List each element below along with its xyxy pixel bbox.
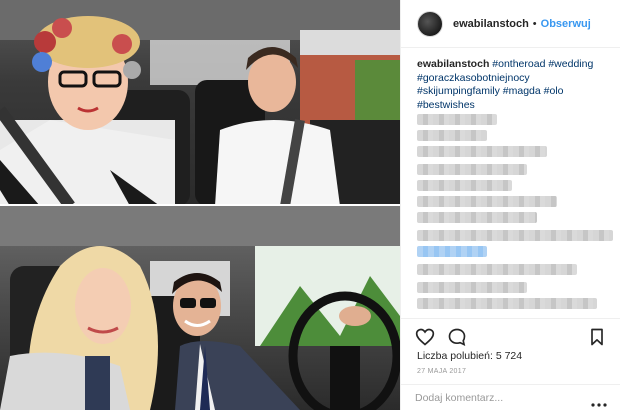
follow-button[interactable]: Obserwuj [541,18,591,30]
post-date: 27 MAJA 2017 [417,368,467,375]
hashtag-link[interactable]: #wedding [548,58,593,70]
hashtag-link[interactable]: #olo [544,85,564,97]
hashtag-link[interactable]: #goraczkasobotniejnocy [417,72,530,84]
blurred-comment-line [417,230,613,241]
post-sidebar: ewabilanstoch • Obserwuj ewabilanstoch #… [400,0,620,410]
hashtag-link[interactable]: #magda [503,85,541,97]
comment-input[interactable] [415,391,565,404]
blurred-comment-line [417,180,512,191]
photo-frame-top [0,0,400,206]
likes-label: Liczba polubień: [417,350,493,362]
blurred-comment-line [417,114,497,125]
likes-number: 5 724 [495,350,523,362]
comment-bar [401,384,620,410]
header-separator: • [532,17,537,30]
blurred-comment-line [417,146,547,157]
post-caption: ewabilanstoch #ontheroad #wedding #gorac… [417,58,613,112]
blurred-comment-line [417,130,487,141]
hashtag-link[interactable]: #bestwishes [417,99,475,111]
blurred-comment-line [417,282,527,293]
car-selfie-top-image [0,0,400,206]
comment-bubble-icon[interactable] [447,327,467,347]
likes-count[interactable]: Liczba polubień: 5 724 [417,350,522,362]
post-header: ewabilanstoch • Obserwuj [401,0,620,48]
heart-icon[interactable] [415,327,435,347]
blurred-comment-line [417,196,557,207]
hashtag-link[interactable]: #skijumpingfamily [417,85,500,97]
caption-username[interactable]: ewabilanstoch [417,58,489,70]
blurred-comment-line [417,164,527,175]
blurred-comments [417,112,613,312]
photo-frame-bottom [0,206,400,410]
car-selfie-bottom-image [0,206,400,410]
blurred-comment-line [417,264,577,275]
post-username[interactable]: ewabilanstoch [453,18,529,30]
blurred-comment-line [417,298,597,309]
bookmark-icon[interactable] [587,327,607,347]
hashtag-link[interactable]: #ontheroad [492,58,545,70]
more-dots-icon[interactable] [591,395,607,407]
blurred-comment-line [417,246,487,257]
avatar[interactable] [417,10,443,37]
post-actions [401,318,620,348]
post-photo[interactable] [0,0,400,410]
blurred-comment-line [417,212,537,223]
